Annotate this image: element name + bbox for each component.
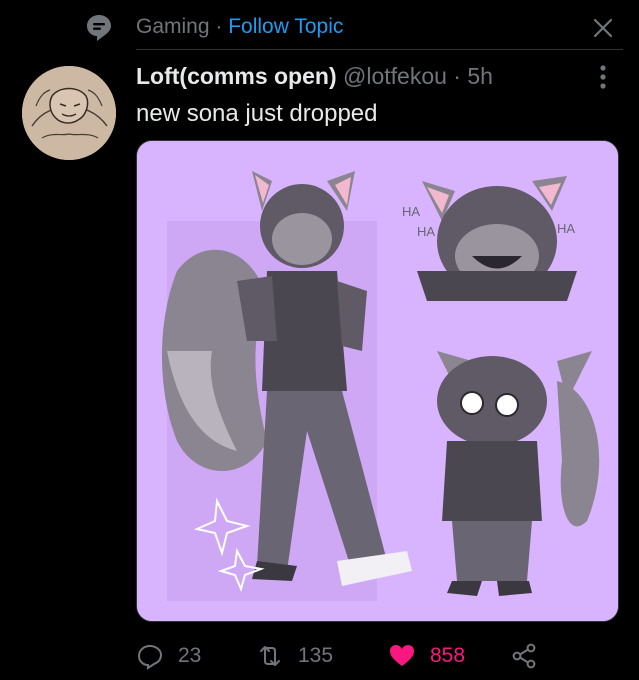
topic-line: Gaming · Follow Topic bbox=[136, 14, 343, 40]
tweet-actions: 23 135 858 bbox=[136, 638, 626, 674]
reply-count: 23 bbox=[178, 644, 202, 667]
header-dot: · bbox=[453, 63, 461, 89]
like-count: 858 bbox=[430, 644, 466, 667]
divider bbox=[136, 49, 623, 50]
more-options-icon[interactable] bbox=[590, 62, 616, 92]
user-handle[interactable]: @lotfekou bbox=[343, 63, 447, 89]
display-name[interactable]: Loft(comms open) bbox=[136, 63, 337, 89]
close-icon[interactable] bbox=[589, 14, 617, 42]
tweet-header: Loft(comms open) @lotfekou · 5h bbox=[136, 62, 493, 90]
art-text-ha-2: HA bbox=[417, 224, 435, 239]
art-text-ha-1: HA bbox=[402, 204, 420, 219]
tweet-text: new sona just dropped bbox=[136, 100, 378, 127]
topic-bar: Gaming · Follow Topic bbox=[0, 0, 639, 50]
tweet-media[interactable]: HA HA HA bbox=[136, 140, 619, 622]
reply-icon bbox=[137, 644, 163, 670]
laughing-head bbox=[417, 176, 577, 301]
topic-icon bbox=[87, 15, 111, 41]
topic-separator: · bbox=[215, 15, 223, 38]
share-button[interactable] bbox=[510, 638, 538, 674]
avatar[interactable] bbox=[22, 66, 116, 160]
share-icon bbox=[512, 643, 536, 669]
timestamp[interactable]: 5h bbox=[467, 63, 493, 89]
retweet-icon bbox=[260, 646, 280, 666]
heart-icon bbox=[390, 645, 414, 666]
avatar-sketch bbox=[22, 66, 116, 160]
sona-artwork: HA HA HA bbox=[137, 141, 618, 621]
topic-label[interactable]: Gaming bbox=[136, 15, 210, 38]
reply-button[interactable]: 23 bbox=[136, 638, 201, 674]
follow-topic-link[interactable]: Follow Topic bbox=[228, 15, 343, 38]
art-text-ha-3: HA bbox=[557, 221, 575, 236]
retweet-button[interactable]: 135 bbox=[256, 638, 333, 674]
like-button[interactable]: 858 bbox=[388, 638, 465, 674]
retweet-count: 135 bbox=[298, 644, 334, 667]
